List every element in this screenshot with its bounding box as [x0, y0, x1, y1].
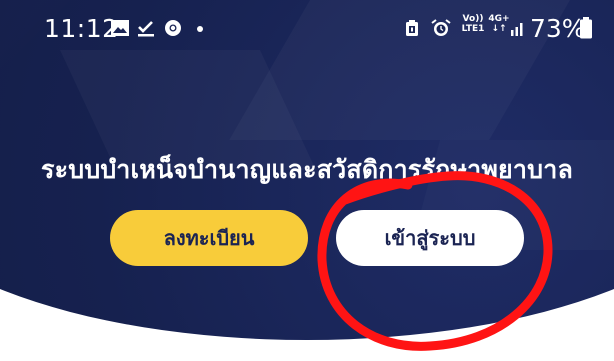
battery-saver-icon [406, 20, 418, 36]
page-title: ระบบบำเหน็จบำนาญและสวัสดิการรักษาพยาบาล [41, 155, 573, 184]
dot-icon [197, 26, 203, 32]
status-bar: 11:12 Vo)) LTE1 4G+ ↓↑ 73% [0, 0, 614, 58]
image-icon [111, 20, 129, 36]
alarm-icon [431, 19, 451, 36]
app-screen: 11:12 Vo)) LTE1 4G+ ↓↑ 73% ระบบบำเหน็จบำ… [0, 0, 614, 361]
login-button[interactable]: เข้าสู่ระบบ [336, 210, 524, 266]
chrome-icon [165, 20, 181, 36]
volte-indicator: Vo)) LTE1 [458, 14, 488, 34]
network-type-bottom: ↓↑ [491, 24, 507, 34]
battery-percent: 73% [530, 14, 586, 43]
battery-icon [580, 17, 592, 39]
signal-icon [511, 23, 523, 36]
volte-bottom: LTE1 [461, 24, 485, 34]
download-done-icon [138, 21, 154, 37]
volte-top: Vo)) [462, 14, 484, 24]
register-button[interactable]: ลงทะเบียน [110, 210, 308, 266]
status-time: 11:12 [44, 14, 119, 43]
network-type-indicator: 4G+ ↓↑ [488, 14, 510, 34]
network-type-top: 4G+ [488, 14, 510, 24]
